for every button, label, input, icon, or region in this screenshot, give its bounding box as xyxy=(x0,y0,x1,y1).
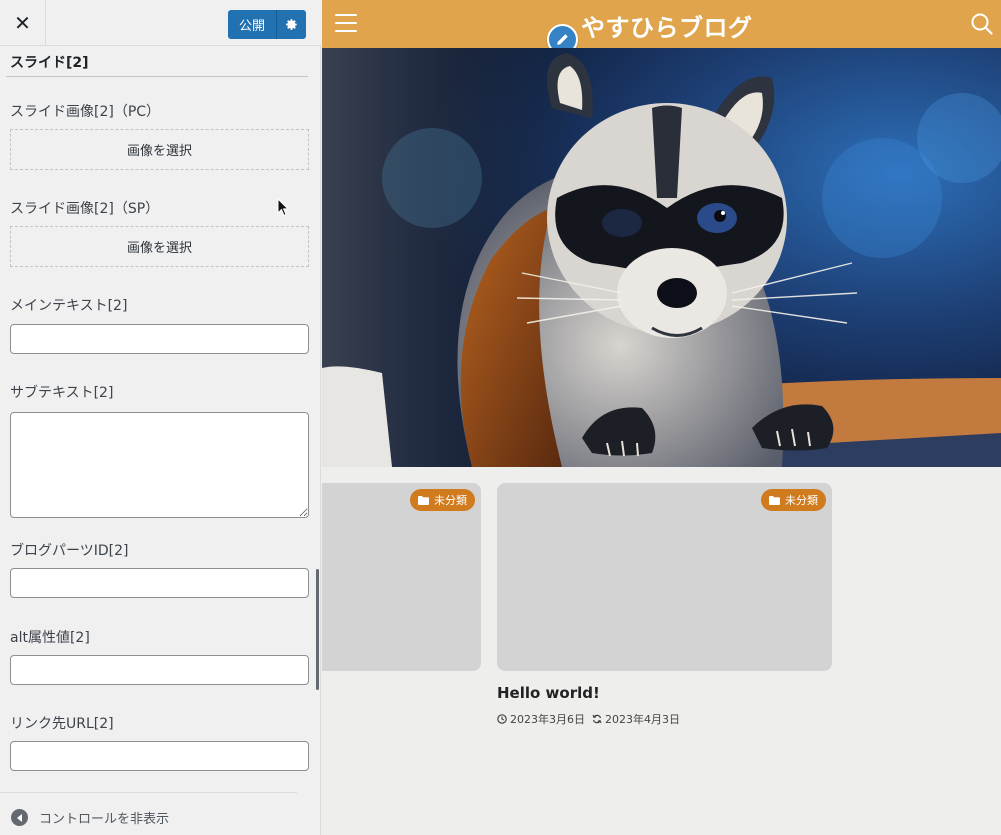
section-divider xyxy=(6,76,308,77)
footer-divider xyxy=(0,792,297,793)
folder-icon xyxy=(769,495,780,505)
blog-parts-input[interactable] xyxy=(10,568,309,598)
search-icon[interactable] xyxy=(971,13,993,35)
site-title[interactable]: やすひらブログ xyxy=(581,8,753,43)
category-label: 未分類 xyxy=(785,494,818,507)
published-date: 2023年3月6日 xyxy=(510,713,585,726)
link-url-input[interactable] xyxy=(10,741,309,771)
clock-icon xyxy=(497,714,507,724)
collapse-label: コントロールを非表示 xyxy=(39,812,170,827)
select-image-sp-button[interactable]: 画像を選択 xyxy=(10,226,309,267)
category-badge[interactable]: 未分類 xyxy=(761,489,826,511)
main-text-label: メインテキスト[2] xyxy=(10,298,128,314)
category-badge[interactable]: 未分類 xyxy=(410,489,475,511)
close-customizer-button[interactable]: ✕ xyxy=(0,0,46,46)
publish-group: 公開 xyxy=(228,10,306,39)
blog-parts-label: ブログパーツID[2] xyxy=(10,543,129,559)
hamburger-menu-icon[interactable] xyxy=(335,14,357,32)
site-header: やすひらブログ xyxy=(322,0,1001,55)
sub-text-wrapper xyxy=(10,412,309,518)
image-sp-label: スライド画像[2]（SP） xyxy=(10,201,160,217)
publish-settings-button[interactable] xyxy=(276,10,306,39)
customizer-header: ✕ 公開 xyxy=(0,0,321,46)
hero-slide-image xyxy=(322,48,1001,467)
customizer-footer: コントロールを非表示 xyxy=(0,792,321,835)
gear-icon xyxy=(286,19,297,30)
post-card-thumbnail[interactable]: 未分類 xyxy=(322,483,481,671)
modified-date: 2023年4月3日 xyxy=(605,713,680,726)
customizer-sidebar: ✕ 公開 スライド[2] スライド画像[2]（PC） 画像を選択 スライド画像[… xyxy=(0,0,321,835)
select-image-pc-button[interactable]: 画像を選択 xyxy=(10,129,309,170)
link-url-label: リンク先URL[2] xyxy=(10,716,114,732)
section-title: スライド[2] xyxy=(10,55,89,71)
alt-input[interactable] xyxy=(10,655,309,685)
main-text-input[interactable] xyxy=(10,324,309,354)
scrollbar-thumb[interactable] xyxy=(316,569,319,690)
post-card-thumbnail[interactable]: 未分類 xyxy=(497,483,832,671)
folder-icon xyxy=(418,495,429,505)
site-preview: やすひらブログ 未分類 未分類 Hello world! 2023年3月6日 2… xyxy=(322,0,1001,835)
collapse-arrow-icon xyxy=(11,809,28,826)
sub-text-label: サブテキスト[2] xyxy=(10,385,114,401)
pencil-icon xyxy=(557,34,568,45)
refresh-icon xyxy=(592,714,602,724)
mouse-cursor-icon xyxy=(277,198,289,217)
image-pc-label: スライド画像[2]（PC） xyxy=(10,104,161,120)
sub-text-textarea[interactable] xyxy=(10,412,309,518)
close-icon: ✕ xyxy=(14,11,31,35)
post-meta: 2023年3月6日 2023年4月3日 xyxy=(497,711,680,727)
post-title[interactable]: Hello world! xyxy=(497,684,600,702)
customizer-controls: スライド[2] スライド画像[2]（PC） 画像を選択 スライド画像[2]（SP… xyxy=(0,46,321,792)
alt-label: alt属性値[2] xyxy=(10,630,90,646)
collapse-sidebar-button[interactable]: コントロールを非表示 xyxy=(11,808,169,827)
category-label: 未分類 xyxy=(434,494,467,507)
publish-button[interactable]: 公開 xyxy=(228,10,276,39)
